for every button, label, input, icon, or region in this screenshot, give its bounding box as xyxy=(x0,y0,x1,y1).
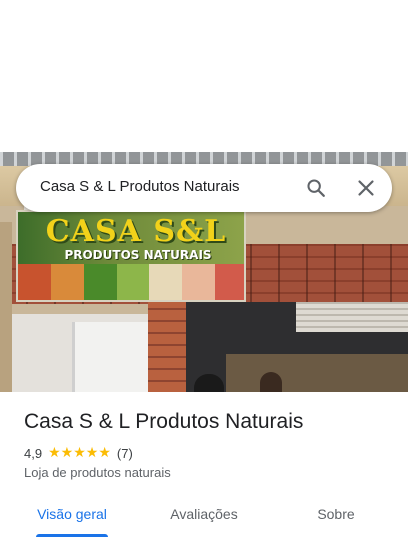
review-count[interactable]: (7) xyxy=(117,446,133,461)
tab-reviews[interactable]: Avaliações xyxy=(156,498,252,544)
clear-search-button[interactable] xyxy=(352,174,380,202)
search-query[interactable]: Casa S & L Produtos Naturais xyxy=(40,178,240,195)
star-icon: ★ xyxy=(98,445,111,461)
store-sign-subtitle: PRODUTOS NATURAIS xyxy=(64,248,212,262)
product-swatch xyxy=(182,264,216,300)
product-swatch xyxy=(50,264,84,300)
product-swatch xyxy=(83,264,117,300)
photo-pillar-mid xyxy=(148,292,186,392)
search-icon xyxy=(307,179,325,197)
rating-value: 4,9 xyxy=(24,445,43,461)
close-icon xyxy=(358,180,374,196)
active-tab-indicator xyxy=(36,534,108,537)
photo-pillar-left xyxy=(0,222,12,392)
star-icon: ★ xyxy=(60,445,74,461)
place-tabs: Visão geral Avaliações Sobre xyxy=(0,498,408,544)
rating-row[interactable]: 4,9 ★ ★ ★ ★ ★ (7) xyxy=(24,444,133,462)
search-bar[interactable]: Casa S & L Produtos Naturais xyxy=(16,164,392,212)
photo-shop-left xyxy=(12,314,148,392)
tab-overview[interactable]: Visão geral xyxy=(24,498,120,544)
rating-stars: ★ ★ ★ ★ ★ xyxy=(48,446,111,460)
product-swatch xyxy=(18,264,51,300)
star-icon: ★ xyxy=(73,445,86,461)
tab-about[interactable]: Sobre xyxy=(294,498,378,544)
star-icon: ★ xyxy=(48,445,61,461)
product-swatch xyxy=(215,264,244,300)
product-swatch xyxy=(116,264,150,300)
store-sign-title: CASA S&L xyxy=(45,214,227,249)
place-name: Casa S & L Produtos Naturais xyxy=(24,410,304,433)
store-sign-products xyxy=(18,264,244,300)
star-icon: ★ xyxy=(85,445,99,461)
place-category[interactable]: Loja de produtos naturais xyxy=(24,465,171,480)
search-button[interactable] xyxy=(302,174,330,202)
blank-header-area xyxy=(0,0,408,152)
photo-shop-right xyxy=(186,302,408,392)
store-sign: CASA S&L PRODUTOS NATURAIS xyxy=(16,210,246,302)
product-swatch xyxy=(149,264,183,300)
